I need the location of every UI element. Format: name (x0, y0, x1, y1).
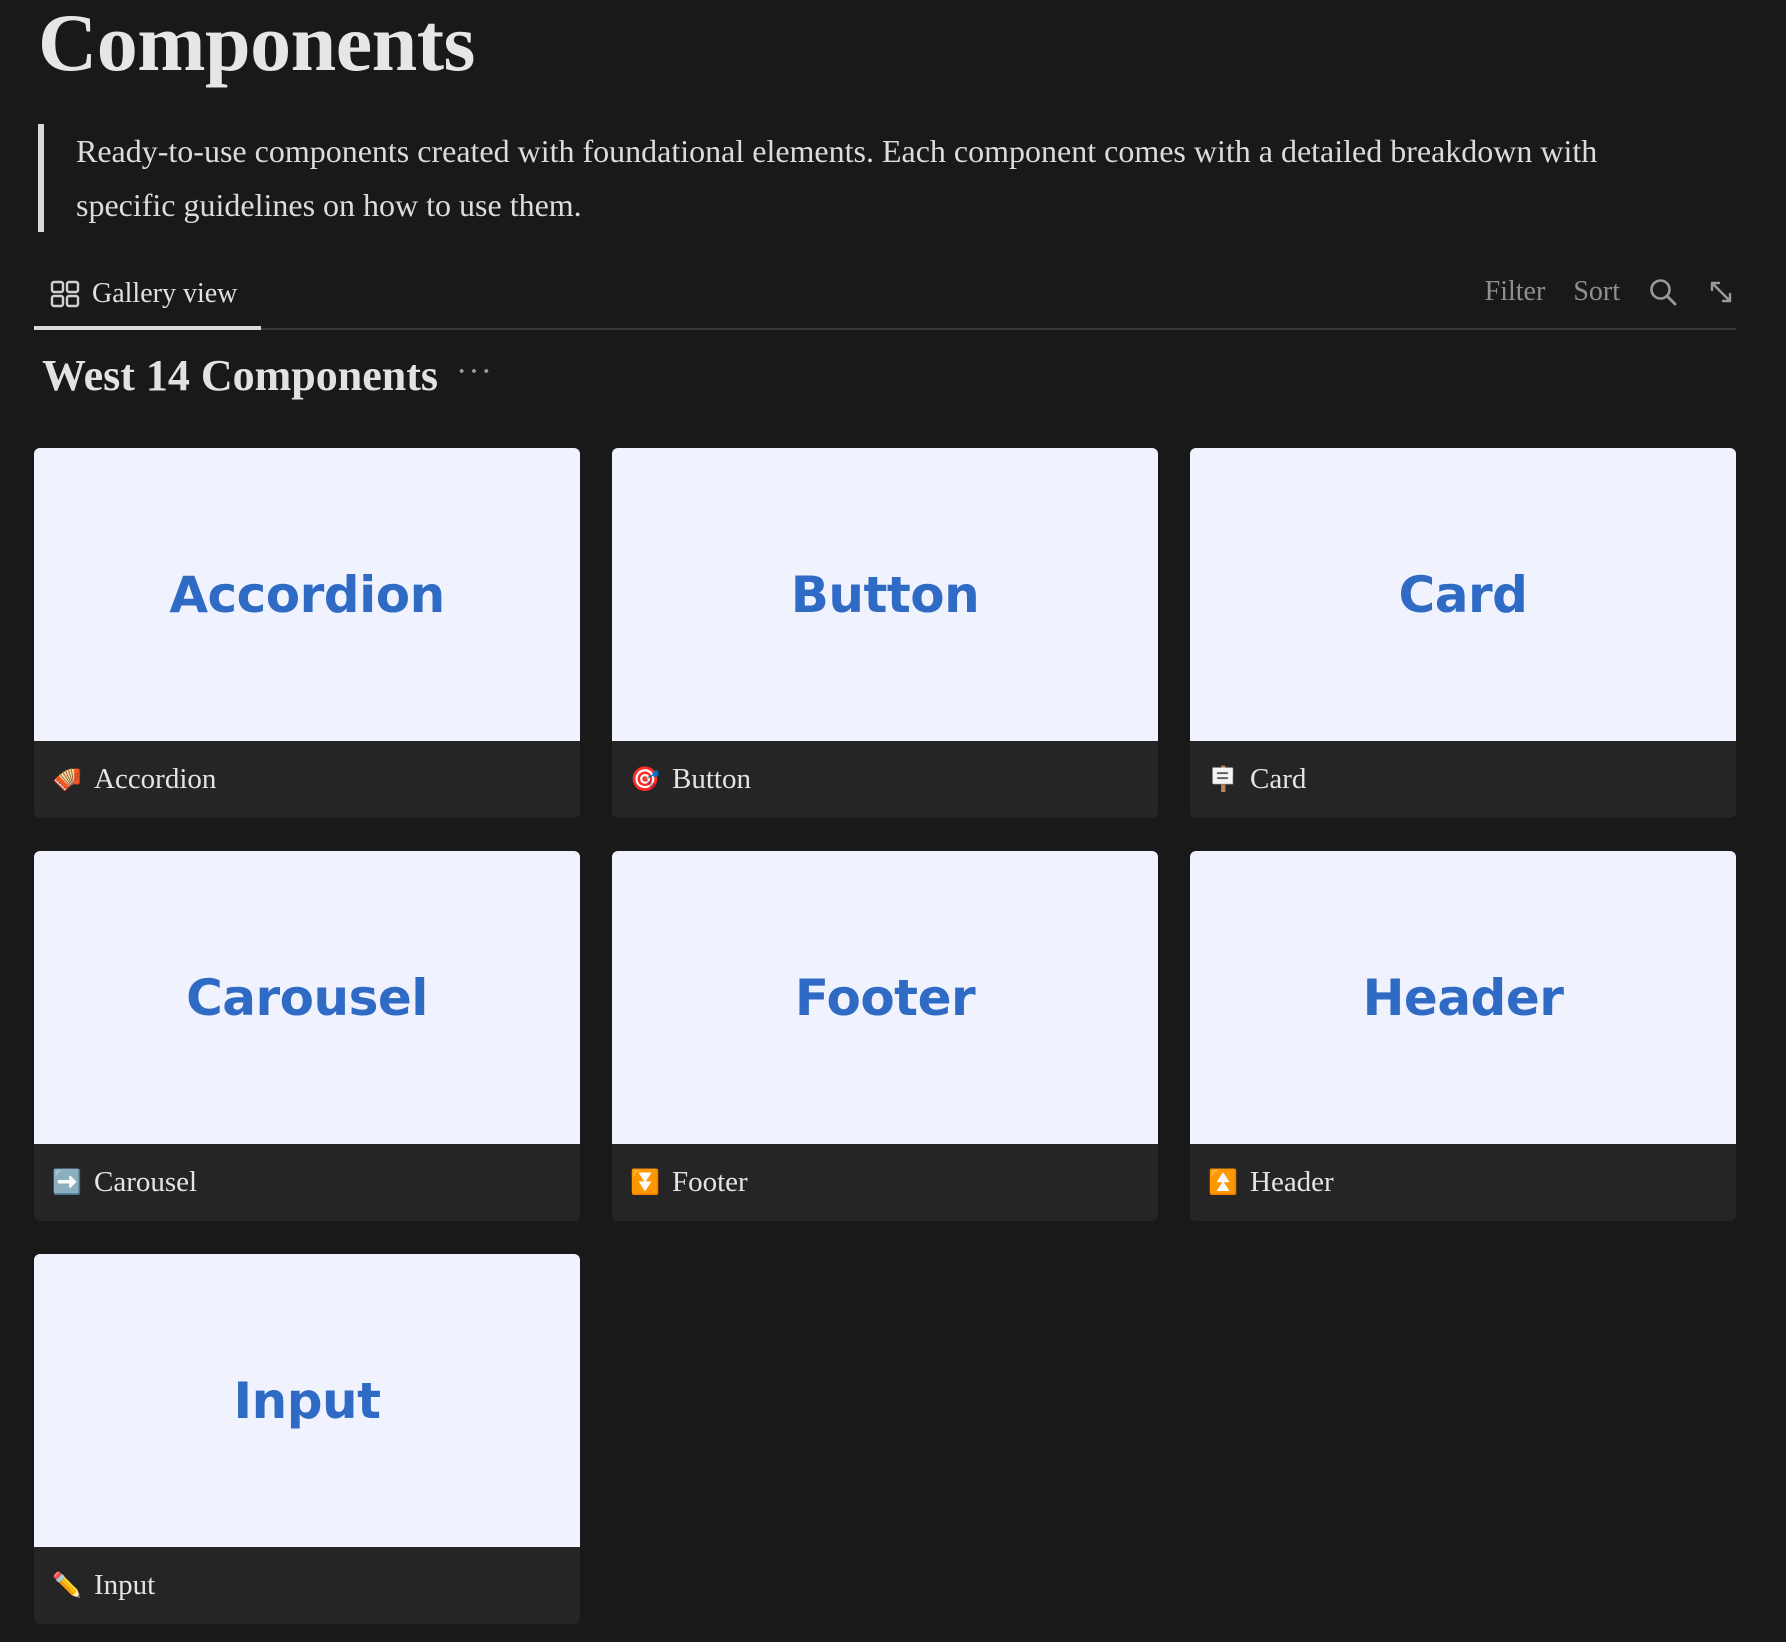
page-title: Components (38, 0, 475, 88)
card-cover-title: Carousel (186, 968, 428, 1027)
card-footer: ➡️ Carousel (34, 1144, 580, 1221)
card-cover: Carousel (34, 851, 580, 1144)
card-cover-title: Input (233, 1371, 382, 1430)
card-title: Button (672, 763, 751, 795)
database-name[interactable]: West 14 Components (42, 350, 438, 401)
gallery-grid-icon (50, 280, 80, 308)
gallery-grid: Accordion 🪗 Accordion Button 🎯 Button Card 🪧 Car… (34, 448, 1736, 1624)
accordion-icon: 🪗 (52, 766, 82, 793)
card-cover-title: Footer (794, 968, 976, 1027)
card-cover: Button (612, 448, 1158, 741)
card-cover-title: Accordion (169, 565, 445, 624)
view-bar: Gallery view Filter Sort (34, 262, 1736, 330)
card-title: Card (1250, 763, 1307, 795)
placard-icon: 🪧 (1208, 766, 1238, 793)
card-cover-title: Card (1398, 565, 1528, 624)
card-footer: 🪗 Accordion (34, 741, 580, 818)
card-title: Header (1250, 1166, 1334, 1198)
card-title: Carousel (94, 1166, 198, 1198)
card-cover: Card (1190, 448, 1736, 741)
tab-gallery-view-label: Gallery view (92, 278, 238, 309)
components-page: Components Ready-to-use components creat… (0, 0, 1786, 1642)
card-title: Footer (672, 1166, 748, 1198)
card-footer: ⏫ Header (1190, 1144, 1736, 1221)
page-description: Ready-to-use components created with fou… (38, 124, 1618, 232)
arrow-right-icon: ➡️ (52, 1169, 82, 1196)
card-footer: 🪧 Card (1190, 741, 1736, 818)
double-down-icon: ⏬ (630, 1169, 660, 1196)
database-title: West 14 Components ··· (42, 350, 493, 401)
double-up-icon: ⏫ (1208, 1169, 1238, 1196)
view-tools: Filter Sort (1485, 262, 1736, 322)
card-footer: 🎯 Button (612, 741, 1158, 818)
expand-icon[interactable] (1706, 277, 1736, 307)
gallery-card-accordion[interactable]: Accordion 🪗 Accordion (34, 448, 580, 818)
gallery-card-carousel[interactable]: Carousel ➡️ Carousel (34, 851, 580, 1221)
card-title: Input (94, 1569, 156, 1601)
gallery-card-header[interactable]: Header ⏫ Header (1190, 851, 1736, 1221)
card-cover: Header (1190, 851, 1736, 1144)
card-cover: Input (34, 1254, 580, 1547)
sort-button[interactable]: Sort (1573, 276, 1620, 308)
card-footer: ✏️ Input (34, 1547, 580, 1624)
tab-gallery-view[interactable]: Gallery view (34, 262, 261, 330)
pencil-icon: ✏️ (52, 1572, 82, 1599)
card-cover: Accordion (34, 448, 580, 741)
gallery-card-button[interactable]: Button 🎯 Button (612, 448, 1158, 818)
card-cover: Footer (612, 851, 1158, 1144)
card-title: Accordion (94, 763, 217, 795)
gallery-card-card[interactable]: Card 🪧 Card (1190, 448, 1736, 818)
card-cover-title: Button (790, 565, 980, 624)
gallery-card-footer[interactable]: Footer ⏬ Footer (612, 851, 1158, 1221)
search-icon[interactable] (1648, 277, 1678, 307)
filter-button[interactable]: Filter (1485, 276, 1546, 308)
card-footer: ⏬ Footer (612, 1144, 1158, 1221)
gallery-card-input[interactable]: Input ✏️ Input (34, 1254, 580, 1624)
more-options-button[interactable]: ··· (456, 354, 493, 389)
card-cover-title: Header (1362, 968, 1564, 1027)
target-icon: 🎯 (630, 766, 660, 793)
